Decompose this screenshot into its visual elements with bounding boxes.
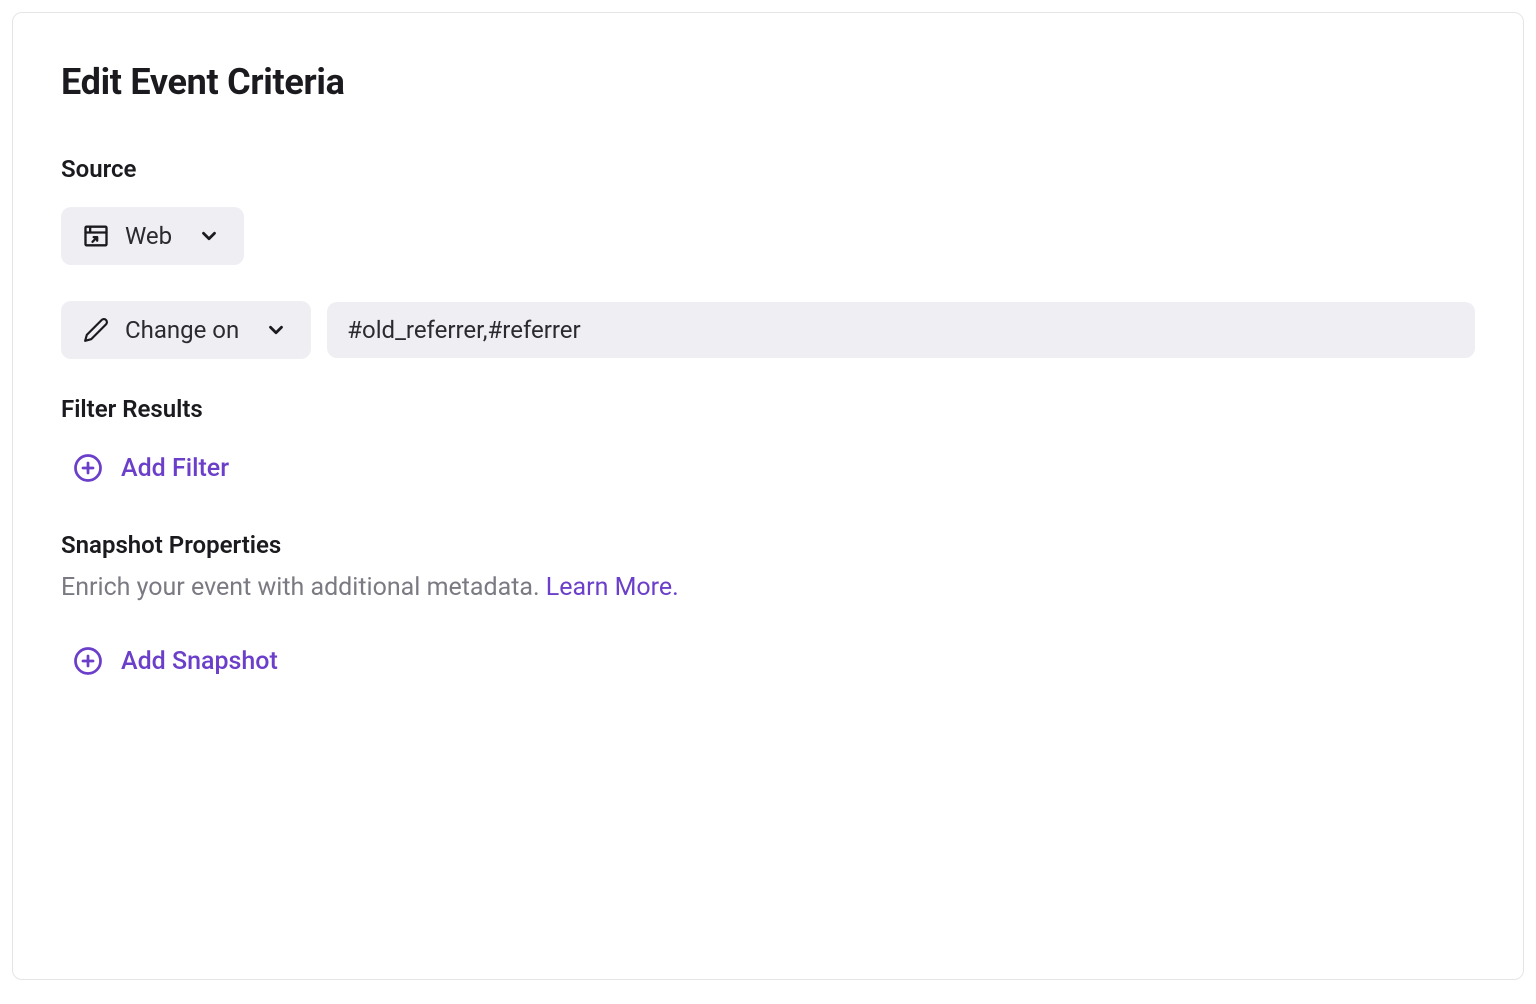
edit-event-criteria-panel: Edit Event Criteria Source Web — [12, 12, 1524, 980]
criteria-row: Change on #old_referrer,#referrer — [61, 301, 1475, 359]
page-title: Edit Event Criteria — [61, 61, 1475, 103]
add-filter-label: Add Filter — [121, 454, 229, 483]
criteria-value-text: #old_referrer,#referrer — [347, 316, 580, 344]
source-selector-label: Web — [125, 222, 172, 250]
snapshot-description: Enrich your event with additional metada… — [61, 573, 1475, 602]
filter-results-heading: Filter Results — [61, 395, 1475, 423]
add-filter-button[interactable]: Add Filter — [61, 449, 229, 487]
criteria-value-input[interactable]: #old_referrer,#referrer — [327, 302, 1475, 358]
add-snapshot-label: Add Snapshot — [121, 647, 278, 676]
chevron-down-icon — [194, 221, 224, 251]
browser-icon — [81, 221, 111, 251]
source-label: Source — [61, 155, 1475, 183]
learn-more-link[interactable]: Learn More. — [546, 573, 679, 602]
chevron-down-icon — [261, 315, 291, 345]
pencil-icon — [81, 315, 111, 345]
criteria-type-label: Change on — [125, 316, 239, 344]
source-row: Web — [61, 207, 1475, 265]
criteria-type-selector[interactable]: Change on — [61, 301, 311, 359]
add-snapshot-button[interactable]: Add Snapshot — [61, 642, 278, 680]
snapshot-description-text: Enrich your event with additional metada… — [61, 573, 546, 602]
source-selector[interactable]: Web — [61, 207, 244, 265]
plus-circle-icon — [73, 646, 103, 676]
snapshot-properties-heading: Snapshot Properties — [61, 531, 1475, 559]
plus-circle-icon — [73, 453, 103, 483]
